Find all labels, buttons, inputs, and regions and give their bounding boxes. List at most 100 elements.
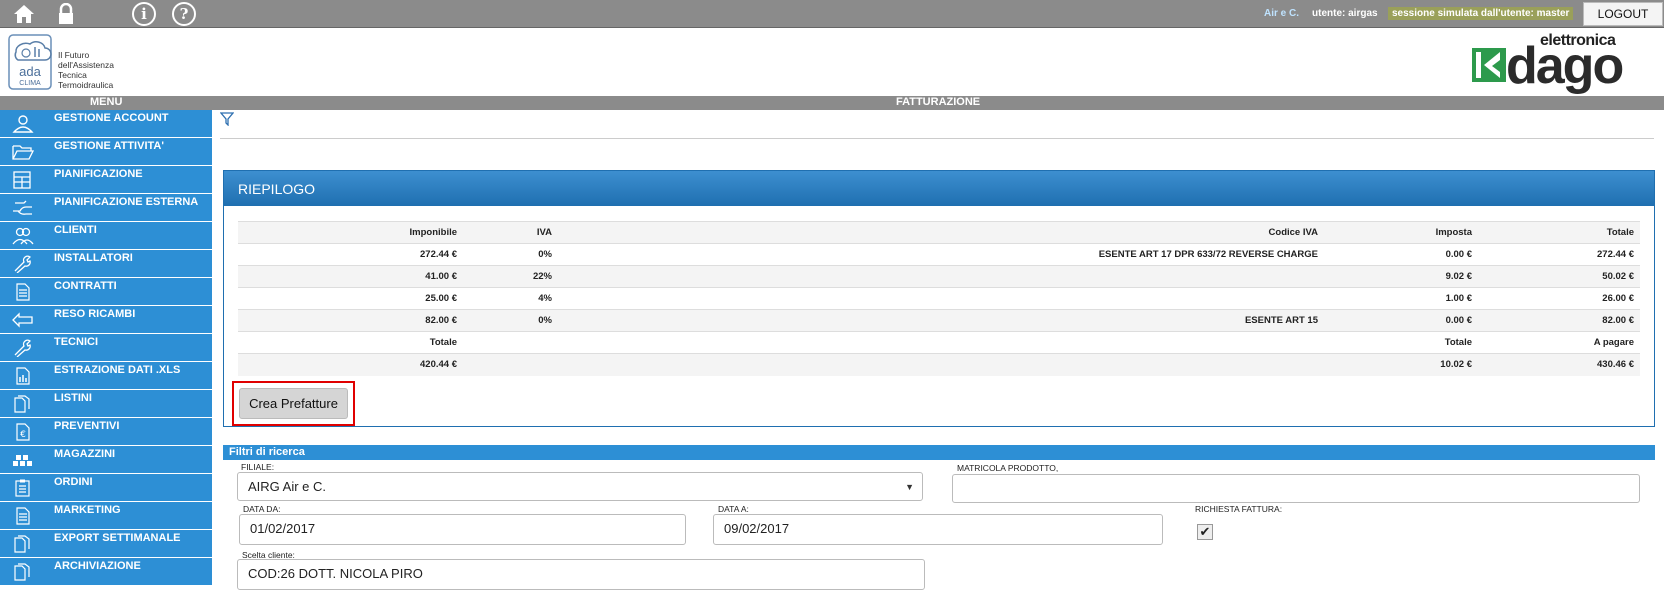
document-icon — [12, 507, 34, 525]
table-cell: 272.44 € — [238, 243, 463, 266]
sidebar-item-marketing[interactable]: MARKETING — [0, 502, 212, 530]
sidebar-item-label: RESO RICAMBI — [54, 308, 136, 320]
table-cell: ESENTE ART 15 — [558, 309, 1324, 332]
ada-clima-logo: ada CLIMA — [8, 34, 52, 90]
table-cell — [558, 353, 1324, 376]
tagline: Il Futuro dell'Assistenza Tecnica Termoi… — [58, 50, 114, 90]
sidebar-item-pianificazione-esterna[interactable]: PIANIFICAZIONE ESTERNA — [0, 194, 212, 222]
table-cell: 430.46 € — [1478, 353, 1640, 376]
users-icon — [12, 227, 34, 245]
logout-button[interactable]: LOGOUT — [1583, 2, 1663, 26]
table-header-row: Imponibile IVA Codice IVA Imposta Totale — [238, 221, 1640, 244]
menu-label: MENU — [90, 96, 123, 108]
riepilogo-panel: RIEPILOGO Imponibile IVA Codice IVA Impo… — [223, 170, 1655, 427]
return-icon — [12, 311, 34, 329]
top-bar: i ? Air e C. utente: airgas sessione sim… — [0, 0, 1664, 28]
chevron-down-icon: ▼ — [905, 482, 914, 492]
header-cell: Totale — [1324, 331, 1478, 354]
svg-text:€: € — [20, 430, 26, 440]
info-icon[interactable]: i — [132, 2, 156, 26]
page-title: FATTURAZIONE — [896, 96, 981, 108]
documents-icon — [12, 563, 34, 581]
matricola-input[interactable] — [952, 474, 1640, 503]
euro-document-icon: € — [12, 423, 34, 441]
sidebar-item-label: GESTIONE ACCOUNT — [54, 112, 169, 124]
sidebar-item-tecnici[interactable]: TECNICI — [0, 334, 212, 362]
user-name: utente: airgas — [1312, 8, 1378, 19]
table-row: 272.44 € 0% ESENTE ART 17 DPR 633/72 REV… — [238, 243, 1640, 266]
sidebar-item-label: MAGAZZINI — [54, 448, 116, 460]
panel-title: RIEPILOGO — [224, 171, 1654, 206]
divider — [220, 138, 1654, 139]
sidebar-item-magazzini[interactable]: MAGAZZINI — [0, 446, 212, 474]
sidebar-item-archiviazione[interactable]: ARCHIVIAZIONE — [0, 558, 212, 586]
filters-section-header: Filtri di ricerca — [223, 445, 1655, 460]
sidebar-item-gestione-attivita[interactable]: GESTIONE ATTIVITA' — [0, 138, 212, 166]
table-row: 41.00 € 22% 9.02 € 50.02 € — [238, 265, 1640, 288]
sidebar-item-label: PREVENTIVI — [54, 420, 120, 432]
clipboard-icon — [12, 479, 34, 497]
header-cell: Imposta — [1324, 221, 1478, 244]
sidebar-item-ordini[interactable]: ORDINI — [0, 474, 212, 502]
table-cell: ESENTE ART 17 DPR 633/72 REVERSE CHARGE — [558, 243, 1324, 266]
sidebar-item-contratti[interactable]: CONTRATTI — [0, 278, 212, 306]
data-a-input[interactable]: 09/02/2017 — [713, 514, 1163, 545]
table-cell: 25.00 € — [238, 287, 463, 310]
sidebar-item-installatori[interactable]: INSTALLATORI — [0, 250, 212, 278]
ada-text: ada — [19, 64, 41, 79]
table-cell: 10.02 € — [1324, 353, 1478, 376]
table-cell — [558, 287, 1324, 310]
sidebar-item-gestione-account[interactable]: GESTIONE ACCOUNT — [0, 110, 212, 138]
data-da-value: 01/02/2017 — [250, 521, 316, 536]
user-icon — [12, 115, 34, 133]
sidebar-item-estrazione-dati[interactable]: ESTRAZIONE DATI .XLS — [0, 362, 212, 390]
header-cell: A pagare — [1478, 331, 1640, 354]
data-a-value: 09/02/2017 — [724, 521, 790, 536]
riepilogo-table: Imponibile IVA Codice IVA Imposta Totale… — [238, 221, 1640, 376]
filiale-select[interactable]: AIRG Air e C. ▼ — [237, 472, 923, 501]
sidebar-item-pianificazione[interactable]: PIANIFICAZIONE — [0, 166, 212, 194]
help-icon[interactable]: ? — [172, 2, 196, 26]
sidebar-item-clienti[interactable]: CLIENTI — [0, 222, 212, 250]
sidebar-item-listini[interactable]: LISTINI — [0, 390, 212, 418]
tagline-line: Tecnica — [58, 70, 87, 80]
sidebar-item-label: INSTALLATORI — [54, 252, 133, 264]
brand-mark-icon — [1472, 48, 1506, 82]
clima-text: CLIMA — [19, 80, 41, 87]
cliente-input[interactable]: COD:26 DOTT. NICOLA PIRO — [237, 559, 925, 590]
home-icon[interactable] — [12, 2, 36, 26]
matricola-label: MATRICOLA PRODOTTO, — [957, 463, 1059, 473]
header-cell: Imponibile — [238, 221, 463, 244]
warehouse-icon — [12, 451, 34, 469]
sidebar-item-label: ORDINI — [54, 476, 93, 488]
header-cell: Totale — [1478, 221, 1640, 244]
sidebar-item-preventivi[interactable]: € PREVENTIVI — [0, 418, 212, 446]
sidebar-item-export-settimanale[interactable]: EXPORT SETTIMANALE — [0, 530, 212, 558]
table-cell: 1.00 € — [1324, 287, 1478, 310]
table-cell: 41.00 € — [238, 265, 463, 288]
table-cell: 420.44 € — [238, 353, 463, 376]
tagline-line: dell'Assistenza — [58, 60, 114, 70]
filiale-label: FILIALE: — [241, 462, 275, 472]
documents-icon — [12, 535, 34, 553]
tagline-line: Il Futuro — [58, 50, 90, 60]
table-row: 82.00 € 0% ESENTE ART 15 0.00 € 82.00 € — [238, 309, 1640, 332]
header: ada CLIMA Il Futuro dell'Assistenza Tecn… — [0, 28, 1664, 96]
richiesta-fattura-checkbox[interactable]: ✔ — [1197, 524, 1213, 540]
header-cell: Codice IVA — [558, 221, 1324, 244]
dago-logo: elettronica dago — [1472, 32, 1642, 95]
checkmark-icon: ✔ — [1199, 524, 1211, 539]
data-da-input[interactable]: 01/02/2017 — [239, 514, 686, 545]
sidebar-item-reso-ricambi[interactable]: RESO RICAMBI — [0, 306, 212, 334]
section-bar: MENU FATTURAZIONE — [0, 96, 1664, 110]
header-cell: IVA — [463, 221, 558, 244]
crea-prefatture-button[interactable]: Crea Prefatture — [239, 388, 348, 419]
table-cell: 0.00 € — [1324, 309, 1478, 332]
table-cell: 0.00 € — [1324, 243, 1478, 266]
sidebar-item-label: TECNICI — [54, 336, 98, 348]
lock-icon[interactable] — [54, 2, 78, 26]
data-a-label: DATA A: — [718, 504, 749, 514]
table-cell: 26.00 € — [1478, 287, 1640, 310]
filter-icon[interactable] — [219, 112, 235, 127]
table-cell: 50.02 € — [1478, 265, 1640, 288]
